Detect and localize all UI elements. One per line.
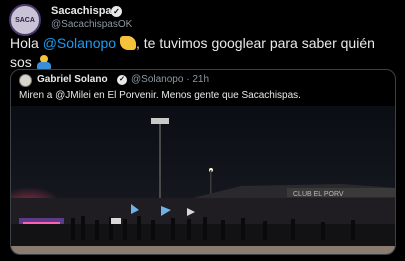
separator: · bbox=[186, 74, 190, 85]
quoted-author-avatar[interactable] bbox=[19, 74, 32, 87]
person-facepalming-icon bbox=[36, 55, 52, 69]
stadium-sign: CLUB EL PORV bbox=[293, 191, 344, 198]
waving-hand-icon bbox=[119, 36, 136, 50]
mention-link[interactable]: @Solanopo bbox=[43, 35, 116, 51]
quoted-timestamp[interactable]: 21h bbox=[192, 74, 209, 85]
author-avatar[interactable]: SACA bbox=[9, 4, 41, 36]
verified-badge-icon: ✓ bbox=[117, 75, 127, 85]
author-handle[interactable]: @SacachispasOK bbox=[51, 19, 132, 30]
avatar-label: SACA bbox=[15, 16, 35, 24]
tweet-text: Hola @Solanopo , te tuvimos googlear par… bbox=[10, 34, 395, 72]
quoted-author-handle[interactable]: @Solanopo bbox=[131, 74, 183, 85]
verified-badge-icon: ✓ bbox=[111, 6, 122, 17]
crowd-night-photo: CLUB EL PORV bbox=[11, 106, 395, 254]
tweet-text-part: Hola bbox=[10, 35, 43, 51]
quoted-author-name[interactable]: Gabriel Solano bbox=[37, 74, 108, 85]
quoted-author-meta: @Solanopo · 21h bbox=[131, 74, 209, 85]
quoted-tweet[interactable]: Gabriel Solano ✓ @Solanopo · 21h Miren a… bbox=[10, 69, 396, 255]
author-name[interactable]: Sacachispas bbox=[51, 5, 118, 17]
quoted-tweet-text: Miren a @JMilei en El Porvenir. Menos ge… bbox=[19, 90, 301, 101]
tweet-card[interactable]: SACA Sacachispas ✓ @SacachispasOK Hola @… bbox=[0, 0, 405, 261]
quoted-media-photo[interactable]: CLUB EL PORV bbox=[11, 106, 395, 254]
